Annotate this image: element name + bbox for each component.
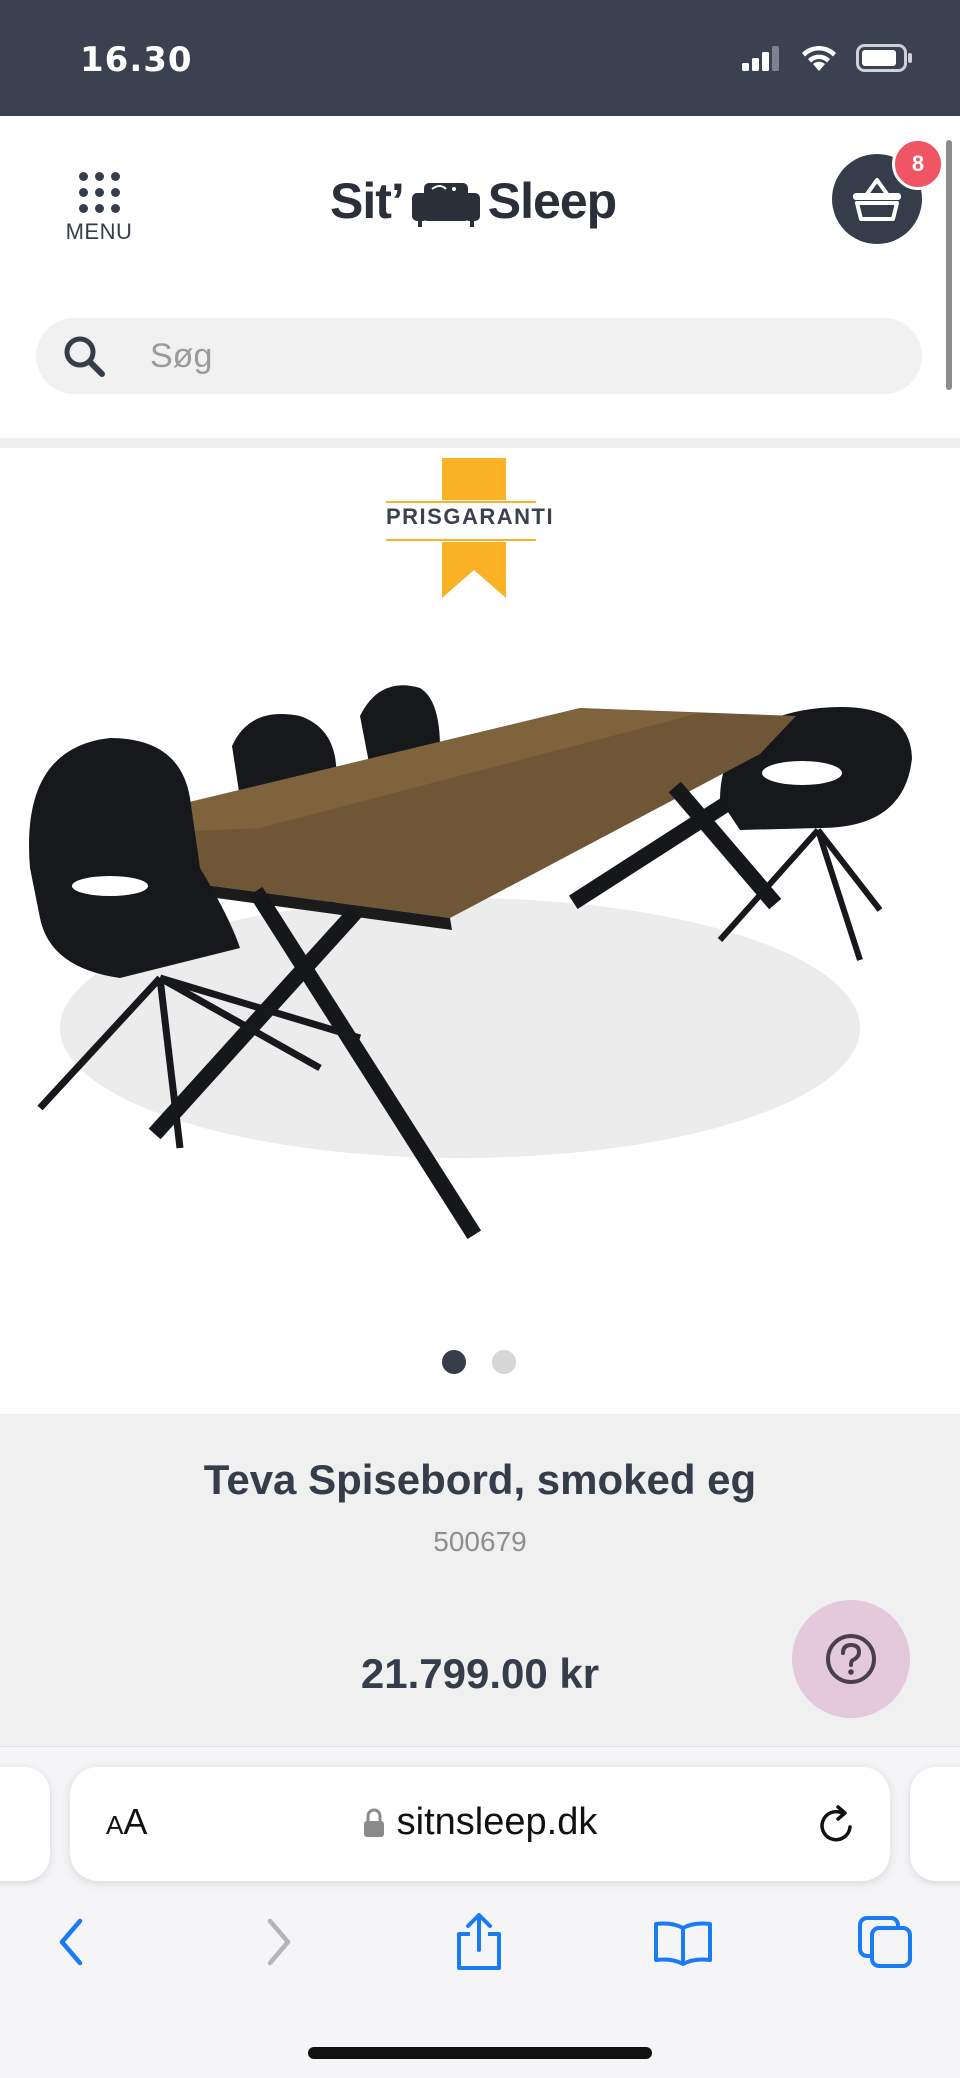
forward-button[interactable] [244,1907,314,1977]
menu-label: MENU [65,219,133,244]
reload-icon[interactable] [812,1801,860,1849]
signal-icon [742,46,779,71]
product-image-carousel[interactable]: PRISGARANTI [0,458,960,1414]
scroll-indicator [946,140,952,390]
bookmarks-button[interactable] [648,1907,718,1977]
share-button[interactable] [444,1907,514,1977]
site-header: MENU Sit’ Sleep 8 Søg [0,116,960,448]
previous-tab-preview[interactable] [0,1767,50,1881]
logo-text-left: Sit’ [330,173,405,229]
status-icons [742,44,914,72]
tabs-icon [858,1916,912,1968]
price-guarantee-text: PRISGARANTI [386,504,555,529]
browser-toolbar [0,1907,960,1987]
carousel-dots [442,1350,516,1374]
status-time: 16.30 [80,40,193,80]
site-logo[interactable]: Sit’ Sleep [330,166,617,236]
chevron-right-icon [267,1918,291,1966]
wifi-icon [802,45,836,71]
url-text: sitnsleep.dk [396,1801,598,1843]
menu-grid-icon [78,172,120,213]
address-bar[interactable]: AA sitnsleep.dk [70,1767,890,1881]
carousel-dot-2[interactable] [492,1350,516,1374]
book-icon [654,1921,712,1966]
product-title: Teva Spisebord, smoked eg [203,1456,757,1503]
product-sku: 500679 [433,1526,527,1557]
question-mark-icon [826,1634,876,1684]
tabs-button[interactable] [850,1907,920,1977]
lock-icon [363,1808,384,1837]
cart-count-badge: 8 [892,138,944,190]
home-indicator [308,2047,652,2059]
dining-table-photo [29,685,912,1240]
battery-icon [856,44,912,72]
search-icon [60,332,108,380]
url-display[interactable]: sitnsleep.dk [70,1801,890,1844]
chevron-left-icon [59,1918,83,1966]
product-info: Teva Spisebord, smoked eg 500679 21.799.… [0,1414,960,1746]
back-button[interactable] [36,1907,106,1977]
next-tab-preview[interactable] [910,1767,960,1881]
menu-button[interactable]: MENU [58,172,140,252]
carousel-dot-1[interactable] [442,1350,466,1374]
basket-icon [853,178,901,221]
sofa-logo-icon [411,183,480,227]
search-placeholder: Søg [150,336,213,375]
share-icon [457,1913,501,1970]
browser-chrome: AA sitnsleep.dk [0,1746,960,2078]
search-input[interactable]: Søg [36,318,922,394]
status-bar: 16.30 [0,0,960,116]
help-button[interactable] [792,1600,910,1718]
logo-text-right: Sleep [487,173,617,229]
